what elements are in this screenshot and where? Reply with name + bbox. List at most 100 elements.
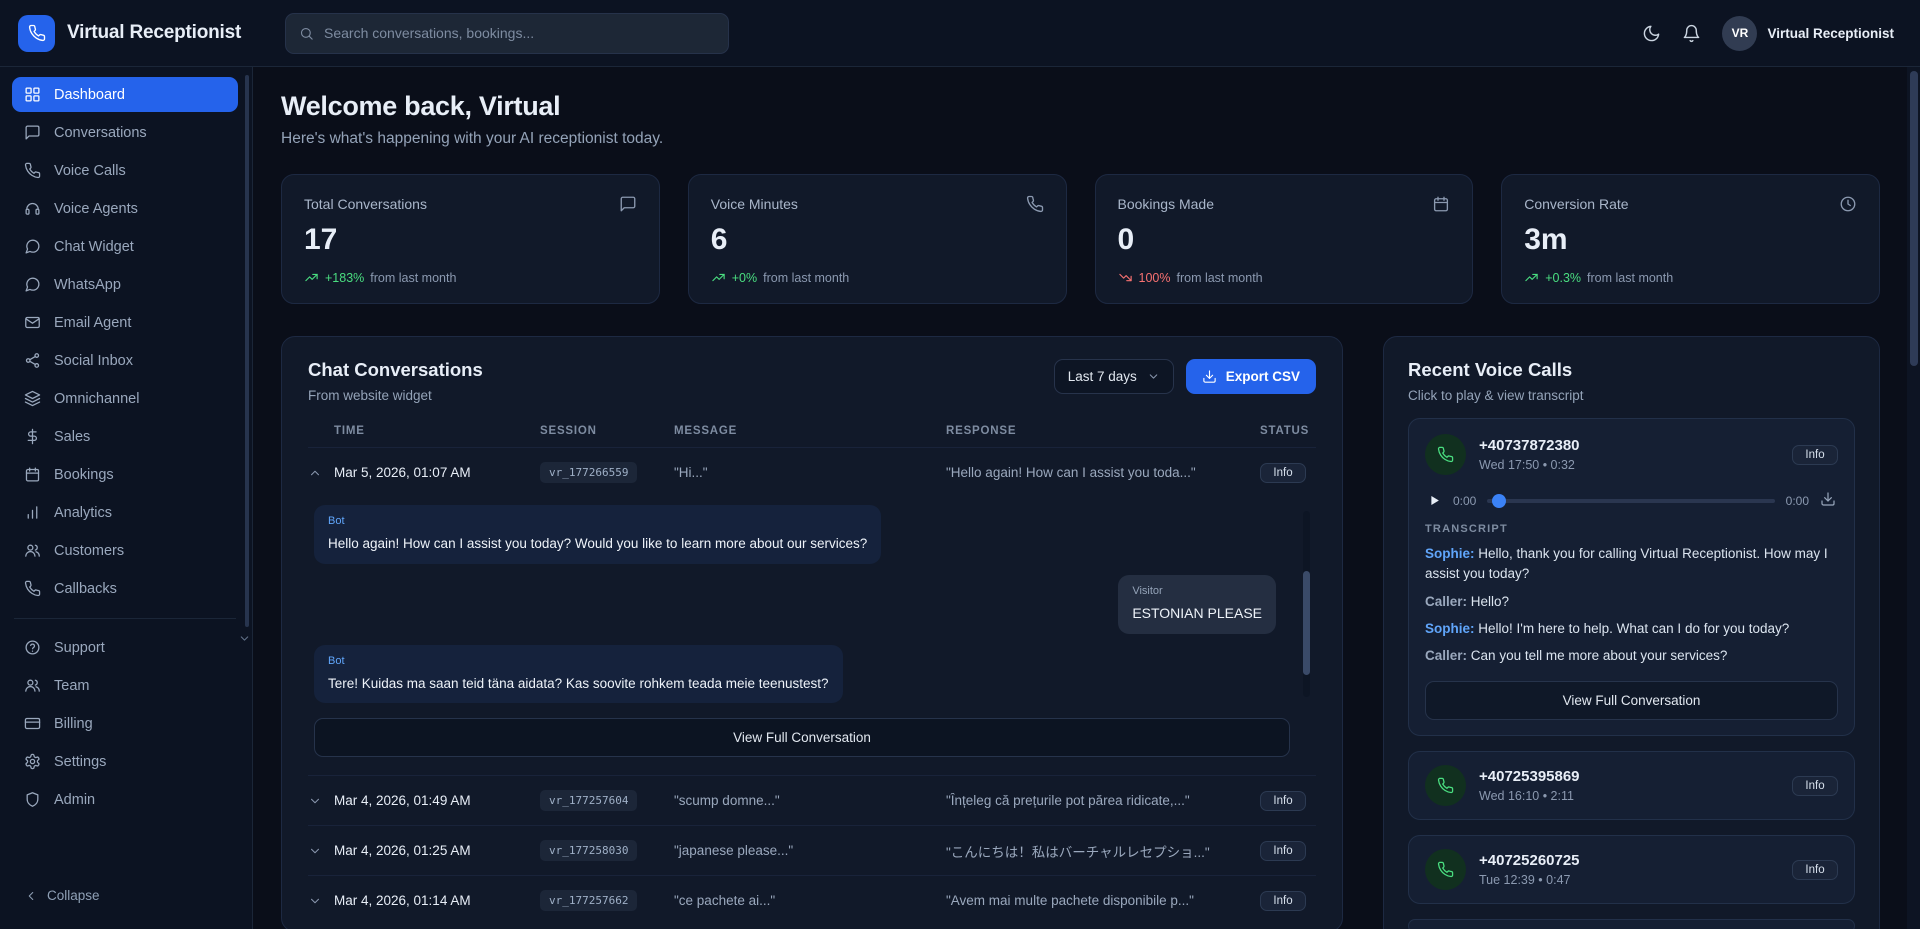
users-icon xyxy=(24,677,41,694)
users-icon xyxy=(24,542,41,559)
sidebar-item-label: Admin xyxy=(54,792,95,808)
sidebar-item-label: Billing xyxy=(54,716,93,732)
sidebar-item-email-agent[interactable]: Email Agent xyxy=(12,305,238,340)
chevron-down-icon xyxy=(1147,370,1160,383)
page-title: Welcome back, Virtual xyxy=(281,91,1880,122)
app-title: Virtual Receptionist xyxy=(67,22,241,44)
sidebar-item-voice-agents[interactable]: Voice Agents xyxy=(12,191,238,226)
topbar-actions: VR Virtual Receptionist xyxy=(1642,16,1920,51)
sidebar-item-customers[interactable]: Customers xyxy=(12,533,238,568)
chevron-up-icon xyxy=(308,466,334,480)
sidebar-item-team[interactable]: Team xyxy=(12,668,238,703)
status-badge: Info xyxy=(1792,445,1838,465)
notifications-button[interactable] xyxy=(1682,24,1701,43)
voice-call-item[interactable]: +40725260725 Tue 12:39 • 0:47 Info xyxy=(1408,835,1855,904)
search-input[interactable] xyxy=(324,25,715,41)
voice-call-item[interactable]: +40725395869 Wed 16:10 • 2:11 Info xyxy=(1408,751,1855,820)
sidebar-item-bookings[interactable]: Bookings xyxy=(12,457,238,492)
bubble-text: Tere! Kuidas ma saan teid täna aidata? K… xyxy=(328,676,829,691)
topbar: Virtual Receptionist VR Virtual Receptio… xyxy=(0,0,1920,67)
trend-up-icon xyxy=(1524,270,1539,285)
export-csv-label: Export CSV xyxy=(1226,369,1300,384)
conversation-row[interactable]: Mar 4, 2026, 01:49 AM vr_177257604 "scum… xyxy=(308,775,1316,825)
row-time: Mar 4, 2026, 01:49 AM xyxy=(334,793,540,808)
transcript-text: Hello, thank you for calling Virtual Rec… xyxy=(1425,546,1828,581)
remaining-time: 0:00 xyxy=(1786,494,1809,508)
stat-change: +0.3% xyxy=(1545,271,1581,285)
trend-up-icon xyxy=(304,270,319,285)
date-range-select[interactable]: Last 7 days xyxy=(1054,359,1174,394)
sidebar-item-settings[interactable]: Settings xyxy=(12,744,238,779)
call-number: +40737872380 xyxy=(1479,437,1580,454)
sidebar-item-social-inbox[interactable]: Social Inbox xyxy=(12,343,238,378)
chat-panel-subtitle: From website widget xyxy=(308,388,483,403)
sidebar-item-voice-calls[interactable]: Voice Calls xyxy=(12,153,238,188)
main-content: Welcome back, Virtual Here's what's happ… xyxy=(253,67,1920,929)
sidebar-item-label: Voice Agents xyxy=(54,201,138,217)
bar-chart-icon xyxy=(24,504,41,521)
row-response: "Avem mai multe pachete disponibile p...… xyxy=(946,893,1260,908)
page-scrollbar-thumb[interactable] xyxy=(1910,71,1918,366)
transcript-text: Hello? xyxy=(1471,594,1509,609)
sidebar-item-sales[interactable]: Sales xyxy=(12,419,238,454)
sidebar-item-whatsapp[interactable]: WhatsApp xyxy=(12,267,238,302)
stat-card-conversion-rate: Conversion Rate 3m +0.3%from last month xyxy=(1501,174,1880,304)
sidebar-item-label: Customers xyxy=(54,543,124,559)
sidebar-item-chat-widget[interactable]: Chat Widget xyxy=(12,229,238,264)
stat-change-suffix: from last month xyxy=(1587,271,1673,285)
conversation-row[interactable]: Mar 5, 2026, 01:07 AM vr_177266559 "Hi..… xyxy=(308,447,1316,497)
sidebar-item-omnichannel[interactable]: Omnichannel xyxy=(12,381,238,416)
stat-card-total-conversations: Total Conversations 17 +183%from last mo… xyxy=(281,174,660,304)
sidebar-item-conversations[interactable]: Conversations xyxy=(12,115,238,150)
sidebar-item-label: Team xyxy=(54,678,89,694)
voice-panel-subtitle: Click to play & view transcript xyxy=(1408,388,1855,403)
transcript-text: Hello! I'm here to help. What can I do f… xyxy=(1478,621,1789,636)
voice-call-item-partial[interactable] xyxy=(1408,919,1855,929)
transcript-text: Can you tell me more about your services… xyxy=(1471,648,1728,663)
row-time: Mar 5, 2026, 01:07 AM xyxy=(334,465,540,480)
phone-icon xyxy=(1026,195,1044,213)
row-message: "Hi..." xyxy=(674,465,946,480)
chevron-down-icon xyxy=(308,844,334,858)
download-recording-button[interactable] xyxy=(1820,491,1836,510)
bubble-text: ESTONIAN PLEASE xyxy=(1132,605,1262,621)
play-button[interactable] xyxy=(1427,493,1442,508)
brand: Virtual Receptionist xyxy=(0,15,253,52)
row-response: "Hello again! How can I assist you toda.… xyxy=(946,465,1260,480)
chat-conversations-panel: Chat Conversations From website widget L… xyxy=(281,336,1343,929)
app-logo xyxy=(18,15,55,52)
sidebar-scrollbar-thumb[interactable] xyxy=(245,75,249,627)
sidebar-item-dashboard[interactable]: Dashboard xyxy=(12,77,238,112)
sidebar-item-admin[interactable]: Admin xyxy=(12,782,238,817)
view-full-conversation-button[interactable]: View Full Conversation xyxy=(314,718,1290,757)
view-full-conversation-button[interactable]: View Full Conversation xyxy=(1425,681,1838,720)
seek-slider[interactable] xyxy=(1487,499,1774,503)
shield-icon xyxy=(24,791,41,808)
call-number: +40725395869 xyxy=(1479,768,1580,785)
transcript-line: Sophie: Hello! I'm here to help. What ca… xyxy=(1425,619,1838,639)
bubble-sender: Visitor xyxy=(1132,584,1262,600)
sidebar-item-support[interactable]: Support xyxy=(12,630,238,665)
conversation-row[interactable]: Mar 4, 2026, 01:14 AM vr_177257662 "ce p… xyxy=(308,875,1316,925)
stat-change-suffix: from last month xyxy=(1176,271,1262,285)
conversation-row[interactable]: Mar 4, 2026, 01:25 AM vr_177258030 "japa… xyxy=(308,825,1316,875)
session-badge: vr_177266559 xyxy=(540,462,637,483)
col-response: RESPONSE xyxy=(946,425,1260,437)
play-icon xyxy=(1427,493,1442,508)
voice-call-header[interactable]: +40737872380 Wed 17:50 • 0:32 Info xyxy=(1425,434,1838,475)
sidebar-scroll-chevron-icon xyxy=(238,632,251,650)
sidebar-item-analytics[interactable]: Analytics xyxy=(12,495,238,530)
sidebar-item-callbacks[interactable]: Callbacks xyxy=(12,571,238,606)
session-badge: vr_177257662 xyxy=(540,890,637,911)
chat-scrollbar-thumb[interactable] xyxy=(1303,571,1310,675)
stat-value: 0 xyxy=(1118,223,1451,257)
avatar[interactable]: VR xyxy=(1722,16,1757,51)
collapse-sidebar-button[interactable]: Collapse xyxy=(12,878,238,913)
content-grid: Chat Conversations From website widget L… xyxy=(281,336,1880,929)
transcript-line: Caller: Can you tell me more about your … xyxy=(1425,646,1838,666)
gear-icon xyxy=(24,753,41,770)
sidebar-item-billing[interactable]: Billing xyxy=(12,706,238,741)
theme-toggle-button[interactable] xyxy=(1642,24,1661,43)
export-csv-button[interactable]: Export CSV xyxy=(1186,359,1316,394)
seek-slider-knob[interactable] xyxy=(1492,494,1506,508)
